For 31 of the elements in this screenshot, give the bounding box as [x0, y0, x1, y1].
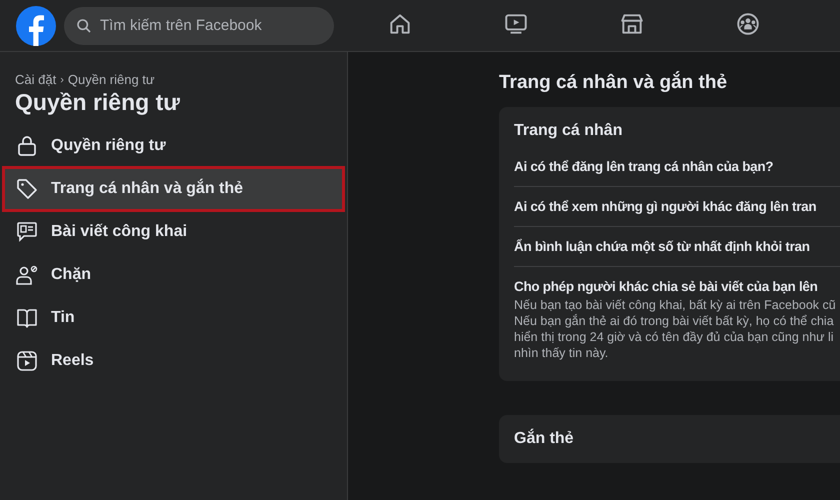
setting-description-line: Nếu bạn gắn thẻ ai đó trong bài viết bất kỳ, họ có thể chia	[514, 313, 835, 329]
setting-link[interactable]: Cho phép người khác chia sẻ bài viết của bạn lên	[514, 279, 840, 294]
page-title: Quyền riêng tư	[15, 89, 181, 116]
setting-description-line: Nếu bạn tạo bài viết công khai, bất kỳ ai trên Facebook cũ	[514, 297, 837, 313]
book-icon	[15, 306, 39, 330]
sidebar-item[interactable]: Chặn	[5, 255, 342, 295]
setting-link[interactable]: Ai có thể đăng lên trang cá nhân của bạn?	[514, 159, 840, 174]
sidebar-item[interactable]: Trang cá nhân và gắn thẻ	[5, 169, 342, 209]
facebook-logo-icon[interactable]	[16, 6, 56, 46]
sidebar-item[interactable]: Bài viết công khai	[5, 212, 342, 252]
search-icon	[76, 18, 92, 34]
people-circle-icon	[735, 11, 761, 37]
sidebar-item[interactable]: Tin	[5, 298, 342, 338]
sidebar-item[interactable]: Reels	[5, 341, 342, 381]
speech-bubble-icon	[15, 220, 39, 244]
card-title: Gắn thẻ	[514, 428, 575, 449]
card-title: Trang cá nhân	[514, 121, 624, 141]
person-block-icon	[15, 263, 39, 287]
sidebar-item[interactable]: Quyền riêng tư	[5, 126, 342, 166]
tag-icon	[15, 177, 39, 201]
breadcrumb-link[interactable]: Cài đặt	[15, 72, 56, 87]
setting-description-line: nhìn thấy tin này.	[514, 345, 610, 361]
section-heading: Trang cá nhân và gắn thẻ	[499, 72, 728, 94]
search-field[interactable]: Tìm kiếm trên Facebook	[64, 6, 334, 44]
setting-description-line: hiển thị trong 24 giờ và có tên đầy đủ của bạn cũng như li	[514, 329, 835, 345]
lock-icon	[15, 134, 39, 158]
breadcrumb-separator: ›	[60, 74, 64, 86]
setting-link[interactable]: Ai có thể xem những gì người khác đăng lên tran	[514, 199, 840, 214]
breadcrumb-link[interactable]: Quyền riêng tư	[68, 72, 155, 87]
setting-link[interactable]: Ẩn bình luận chứa một số từ nhất định khỏi tran	[514, 239, 840, 254]
play-clapper-icon	[15, 349, 39, 373]
